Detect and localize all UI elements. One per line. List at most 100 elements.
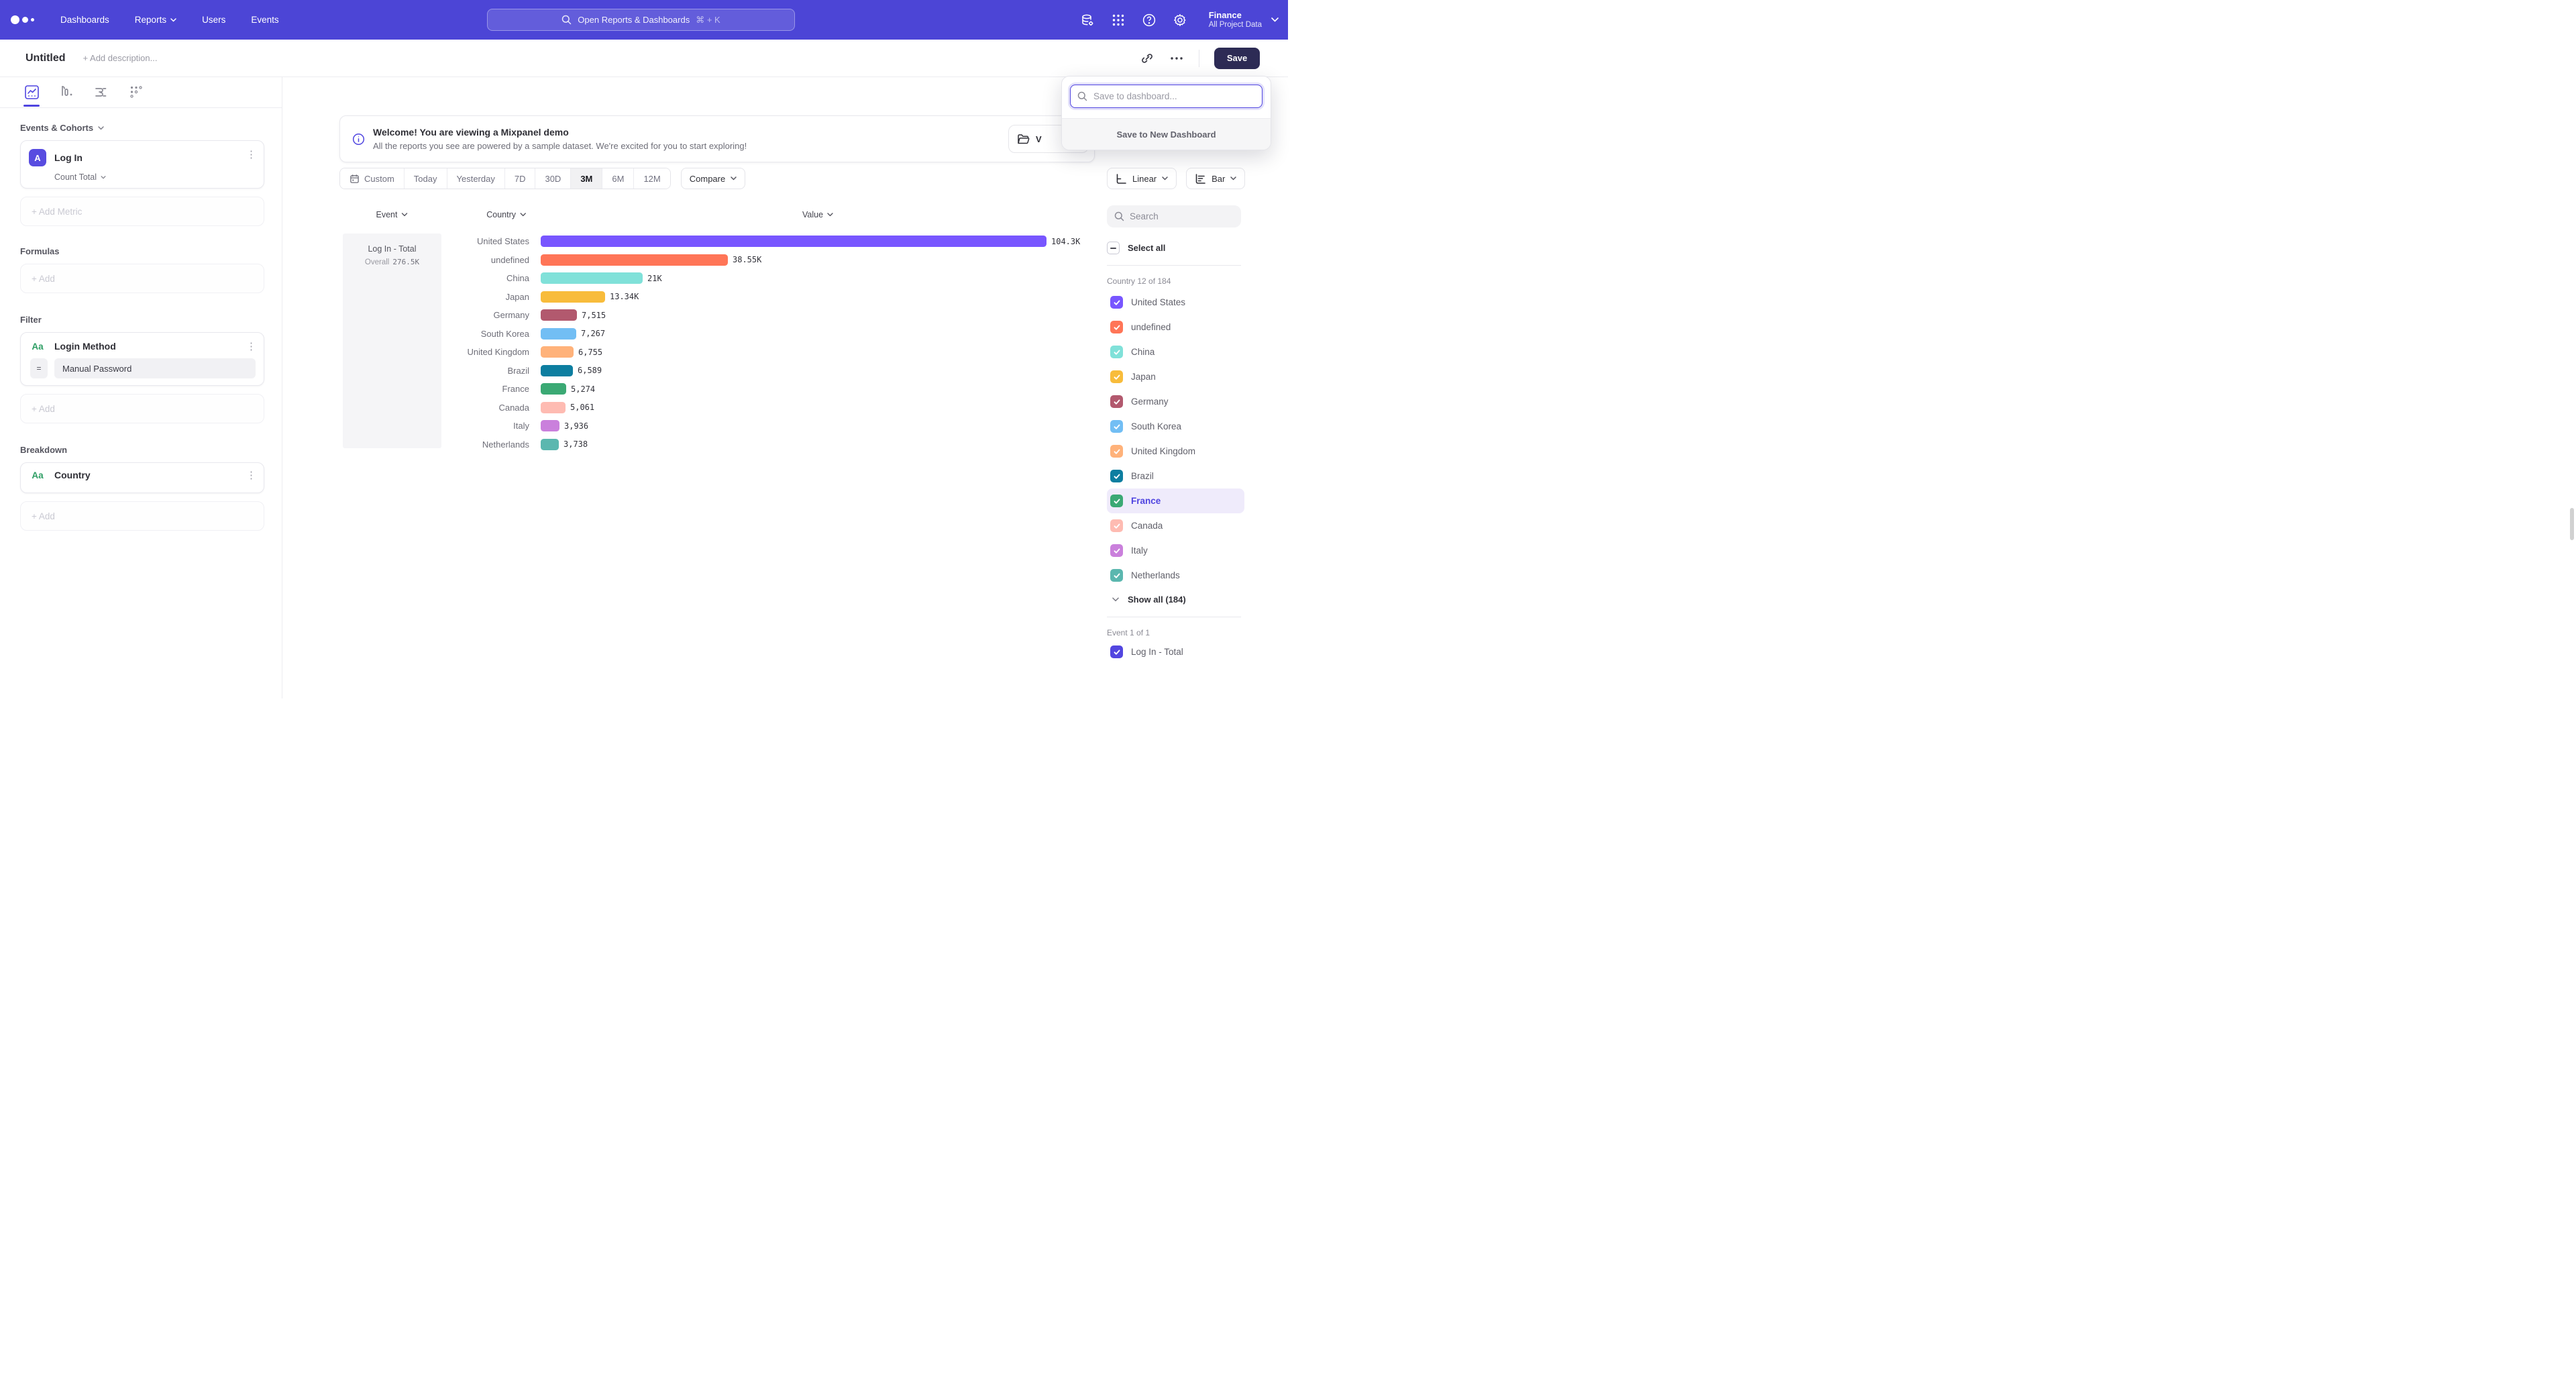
date-range-yesterday[interactable]: Yesterday [447,168,505,189]
date-range-custom[interactable]: Custom [340,168,405,189]
event-checkbox[interactable] [1110,645,1123,658]
bar[interactable] [541,402,566,413]
tab-retention[interactable] [127,79,145,106]
legend-country-row-canada[interactable]: Canada [1107,513,1244,538]
event-total-block[interactable]: Log In - Total Overall276.5K [343,234,441,448]
legend-search-input[interactable] [1107,205,1241,227]
country-checkbox[interactable] [1110,569,1123,582]
compare-button[interactable]: Compare [681,168,745,189]
bar[interactable] [541,272,643,284]
select-all-row[interactable]: Select all [1107,242,1288,254]
nav-item-dashboards[interactable]: Dashboards [60,15,109,25]
bar[interactable] [541,236,1046,247]
apps-grid-icon[interactable] [1111,13,1126,28]
country-checkbox[interactable] [1110,470,1123,482]
date-range-7d[interactable]: 7D [505,168,536,189]
select-all-checkbox[interactable] [1107,242,1120,254]
show-all-toggle[interactable]: Show all (184) [1107,594,1288,605]
bar[interactable] [541,420,559,431]
bar[interactable] [541,383,566,395]
country-checkbox[interactable] [1110,495,1123,507]
date-range-6m[interactable]: 6M [602,168,634,189]
filter-menu-button[interactable]: ⋮ [246,342,256,352]
country-checkbox[interactable] [1110,296,1123,309]
project-selector[interactable]: Finance All Project Data [1209,10,1279,30]
breakdown-menu-button[interactable]: ⋮ [246,471,256,480]
banner-subtitle: All the reports you see are powered by a… [373,141,747,151]
date-range-today[interactable]: Today [405,168,447,189]
nav-item-reports[interactable]: Reports [135,15,176,25]
filter-card[interactable]: Aa Login Method ⋮ = Manual Password [20,332,264,386]
bar[interactable] [541,365,573,376]
data-management-icon[interactable] [1080,13,1095,28]
breakdown-property-name[interactable]: Country [54,470,91,480]
column-header-country[interactable]: Country [486,210,526,219]
nav-item-users[interactable]: Users [202,15,225,25]
legend-event-row[interactable]: Log In - Total [1107,645,1288,658]
query-builder-sidebar: Events & Cohorts A Log In ⋮ Count Total … [0,77,282,698]
event-menu-button[interactable]: ⋮ [246,150,256,160]
country-checkbox[interactable] [1110,321,1123,333]
legend-country-row-germany[interactable]: Germany [1107,389,1244,414]
legend-country-row-united-kingdom[interactable]: United Kingdom [1107,439,1244,464]
event-card[interactable]: A Log In ⋮ Count Total [20,140,264,189]
column-header-value[interactable]: Value [802,210,833,219]
more-options-button[interactable] [1169,51,1184,66]
legend-country-row-italy[interactable]: Italy [1107,538,1244,563]
column-header-event[interactable]: Event [376,210,408,219]
bar[interactable] [541,346,574,358]
tab-funnels[interactable] [58,79,75,106]
add-formula-button[interactable]: + Add [20,264,264,293]
date-range-30d[interactable]: 30D [535,168,571,189]
country-checkbox[interactable] [1110,420,1123,433]
add-breakdown-button[interactable]: + Add [20,501,264,531]
legend-country-row-netherlands[interactable]: Netherlands [1107,563,1244,588]
tab-insights[interactable] [23,79,40,106]
legend-country-row-france[interactable]: France [1107,488,1244,513]
country-checkbox[interactable] [1110,395,1123,408]
copy-link-button[interactable] [1140,51,1155,66]
event-name[interactable]: Log In [54,152,83,163]
report-title[interactable]: Untitled [25,52,66,64]
breakdown-card[interactable]: Aa Country ⋮ [20,462,264,493]
bar[interactable] [541,439,559,450]
bar[interactable] [541,328,576,340]
report-description-placeholder[interactable]: + Add description... [83,53,158,63]
country-label: Germany [1131,397,1169,407]
legend-country-row-south-korea[interactable]: South Korea [1107,414,1244,439]
settings-icon[interactable] [1173,13,1187,28]
filter-operator[interactable]: = [30,358,48,378]
add-filter-button[interactable]: + Add [20,394,264,423]
chart-type-button[interactable]: Bar [1186,168,1245,189]
page-scrollbar-thumb[interactable] [2570,508,2574,540]
date-range-3m[interactable]: 3M [571,168,602,189]
tab-flows[interactable] [93,79,110,106]
save-button[interactable]: Save [1214,48,1260,69]
country-checkbox[interactable] [1110,346,1123,358]
help-icon[interactable] [1142,13,1157,28]
country-checkbox[interactable] [1110,445,1123,458]
date-range-12m[interactable]: 12M [634,168,669,189]
nav-item-events[interactable]: Events [251,15,278,25]
save-to-dashboard-input[interactable] [1070,85,1263,108]
events-cohorts-section-label[interactable]: Events & Cohorts [20,123,264,133]
mixpanel-logo[interactable] [11,15,42,24]
bar[interactable] [541,254,728,266]
bar[interactable] [541,309,577,321]
country-checkbox[interactable] [1110,370,1123,383]
filter-value-input[interactable]: Manual Password [54,358,256,378]
save-to-new-dashboard-button[interactable]: Save to New Dashboard [1062,118,1271,150]
bar[interactable] [541,291,605,303]
legend-country-row-china[interactable]: China [1107,340,1244,364]
country-checkbox[interactable] [1110,544,1123,557]
legend-country-row-japan[interactable]: Japan [1107,364,1244,389]
scale-selector-button[interactable]: Linear [1107,168,1177,189]
add-metric-button[interactable]: + Add Metric [20,197,264,226]
aggregation-selector[interactable]: Count Total [54,172,256,182]
legend-country-row-brazil[interactable]: Brazil [1107,464,1244,488]
filter-property-name[interactable]: Login Method [54,341,116,352]
country-checkbox[interactable] [1110,519,1123,532]
legend-country-row-undefined[interactable]: undefined [1107,315,1244,340]
global-search-bar[interactable]: Open Reports & Dashboards ⌘ + K [487,9,795,31]
legend-country-row-united-states[interactable]: United States [1107,290,1244,315]
